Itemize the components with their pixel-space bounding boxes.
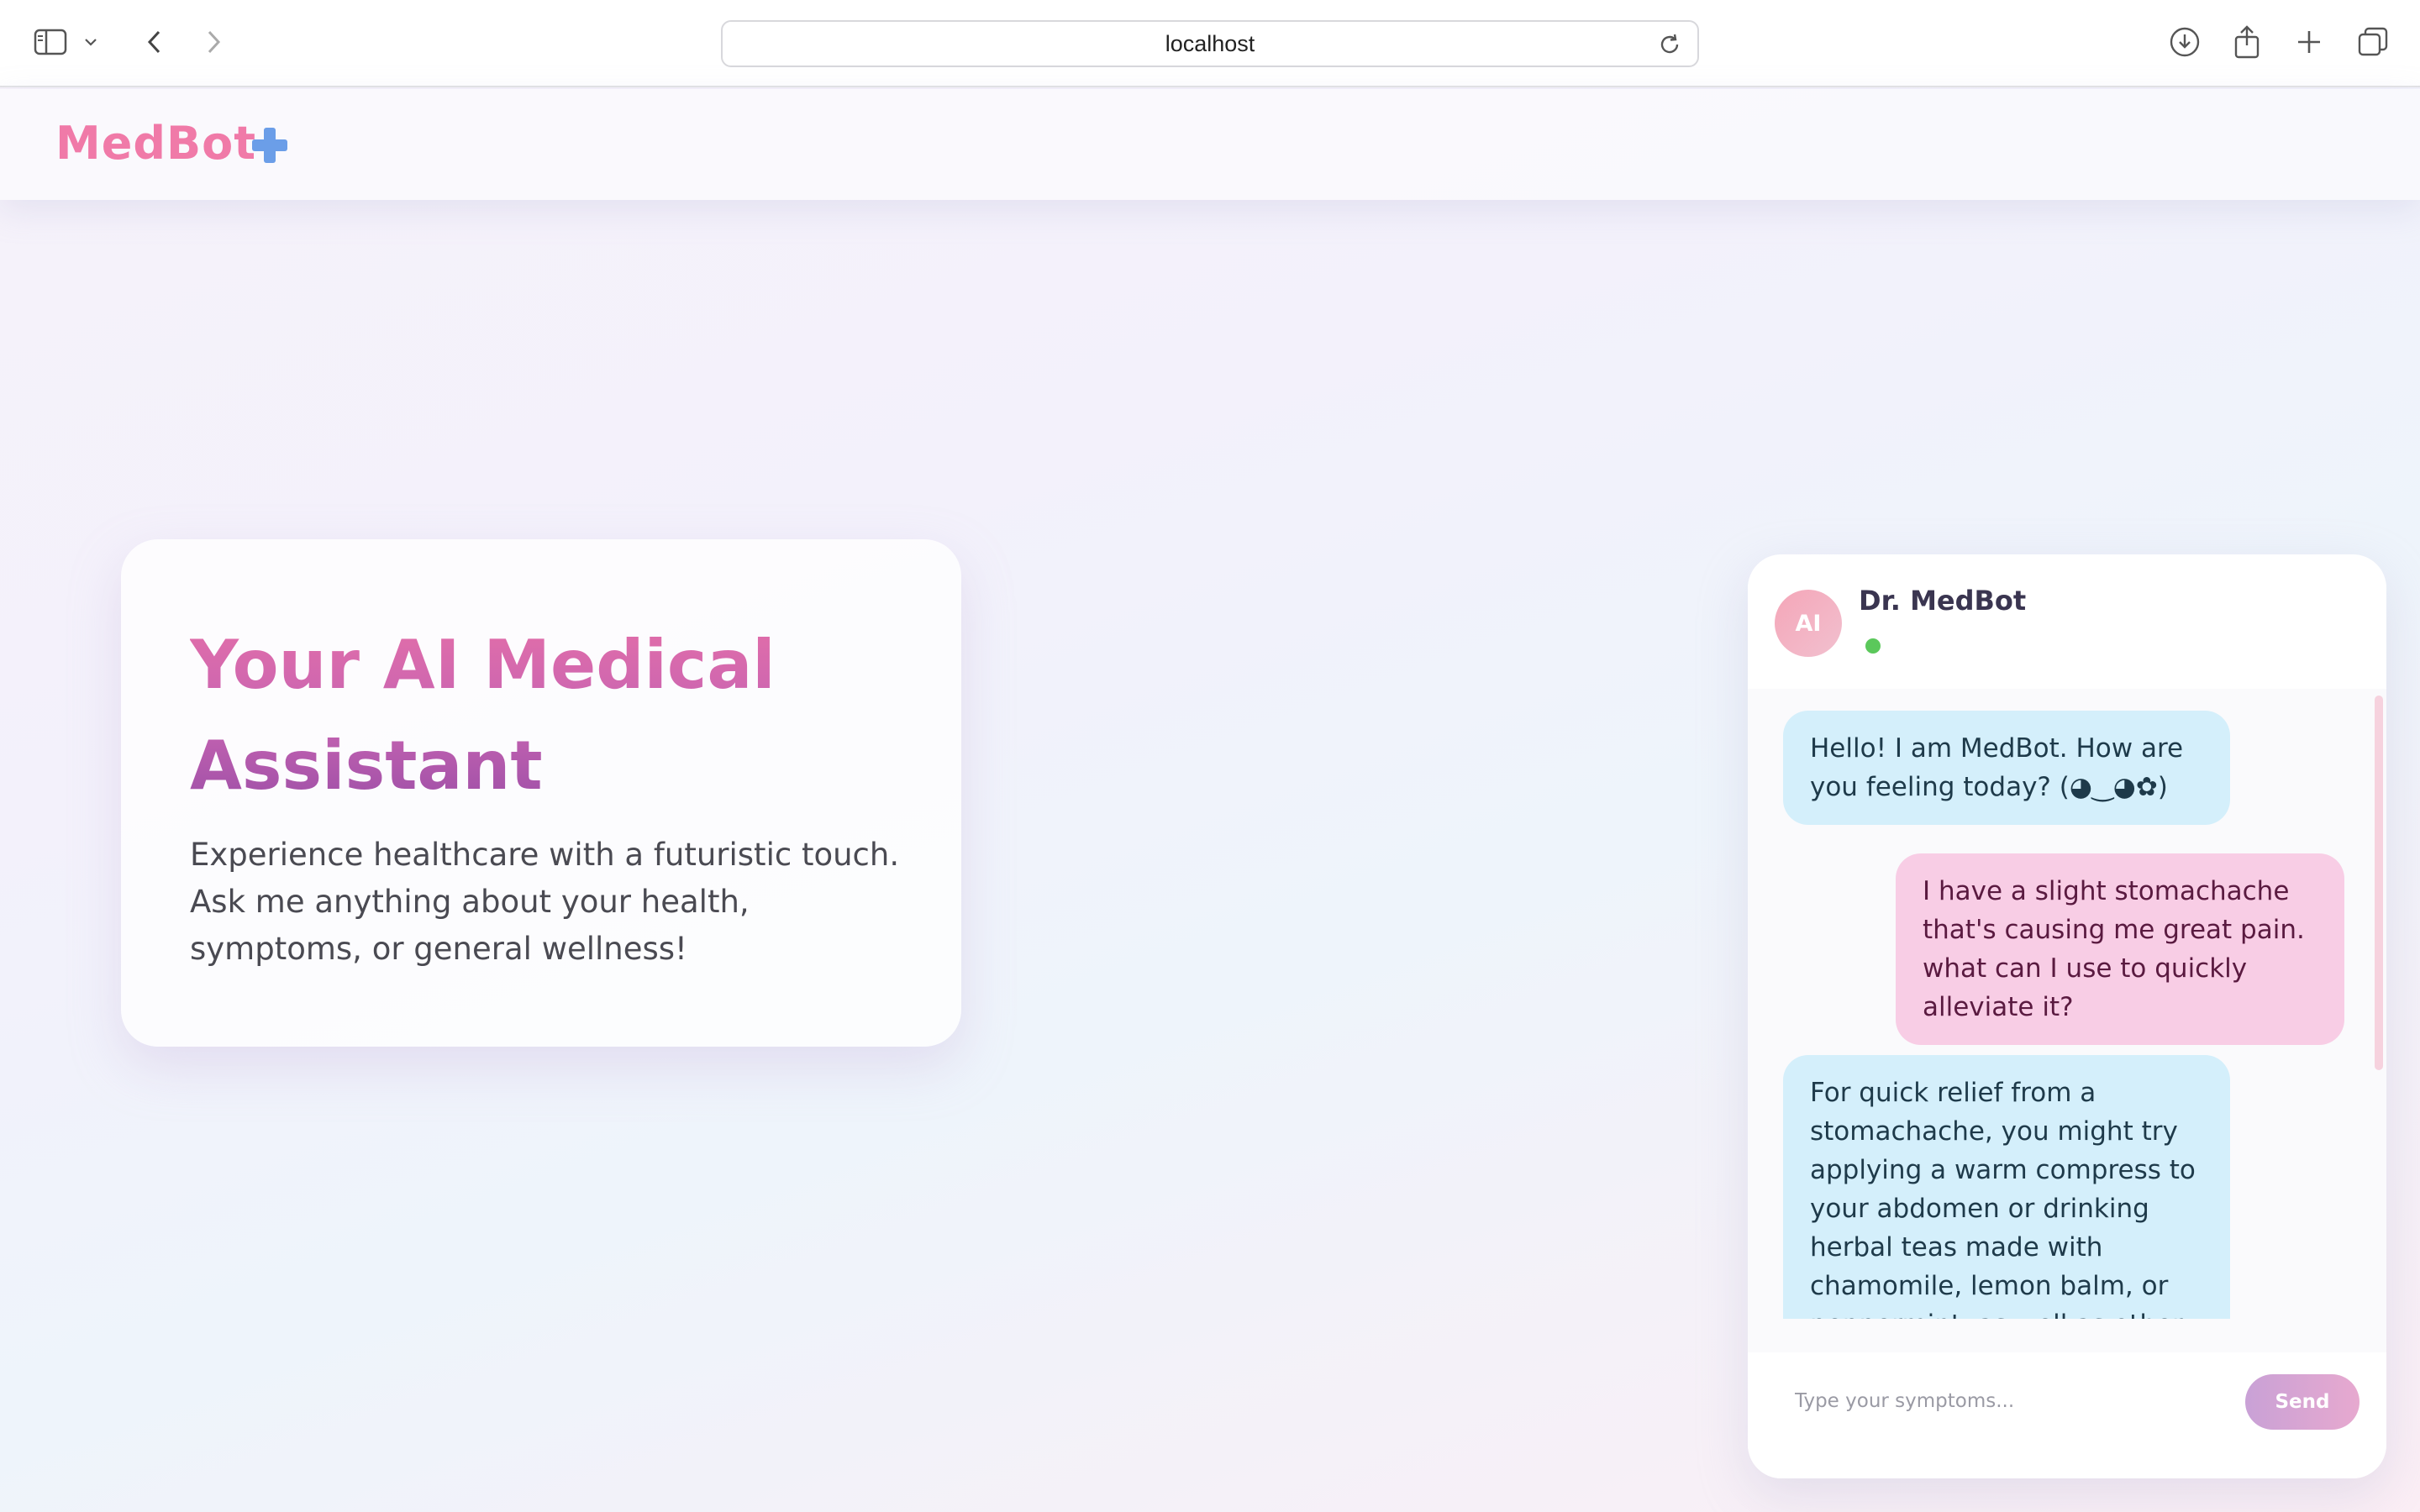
medical-cross-icon [252,128,287,163]
app-header: MedBot [0,89,2420,200]
sidebar-toggle-button[interactable] [30,22,71,62]
chevron-left-icon [147,30,160,54]
tab-overview-button[interactable] [2353,22,2393,62]
message-list[interactable]: Hello! I am MedBot. How are you feeling … [1748,689,2386,1319]
chevron-right-icon [208,30,221,54]
sidebar-menu-button[interactable] [77,22,104,62]
address-text: localhost [1165,30,1255,56]
forward-button[interactable] [193,22,234,62]
chat-composer: Send [1748,1352,2386,1478]
browser-toolbar: localhost [0,0,2420,87]
new-tab-button[interactable] [2289,22,2329,62]
agent-name: Dr. MedBot [1859,585,2027,617]
reload-icon[interactable] [1657,32,1682,57]
hero-card: Your AI Medical Assistant Experience hea… [121,539,961,1047]
chevron-down-icon [85,39,97,46]
user-message: I have a slight stomachache that's causi… [1896,853,2344,1045]
chat-scrollbar[interactable] [2375,696,2383,1070]
online-status-indicator [1865,638,1881,654]
hero-title: Your AI Medical Assistant [190,615,929,816]
send-button[interactable]: Send [2245,1374,2360,1430]
share-button[interactable] [2227,22,2267,62]
share-icon [2234,25,2260,59]
plus-icon [2298,31,2320,53]
hero-description: Experience healthcare with a futuristic … [190,837,900,967]
bot-message: Hello! I am MedBot. How are you feeling … [1783,711,2230,825]
tabs-icon [2358,27,2388,56]
brand-logo-text[interactable]: MedBot [55,114,256,173]
chat-panel: AI Dr. MedBot Hello! I am MedBot. How ar… [1748,554,2386,1478]
address-bar[interactable]: localhost [721,20,1699,67]
avatar: AI [1775,590,1842,657]
downloads-button[interactable] [2165,22,2205,62]
download-icon [2170,27,2200,57]
symptom-input[interactable] [1795,1374,2265,1428]
chat-header: AI Dr. MedBot [1748,554,2386,689]
back-button[interactable] [134,22,175,62]
sidebar-icon [34,29,67,55]
bot-message: For quick relief from a stomachache, you… [1783,1055,2230,1319]
